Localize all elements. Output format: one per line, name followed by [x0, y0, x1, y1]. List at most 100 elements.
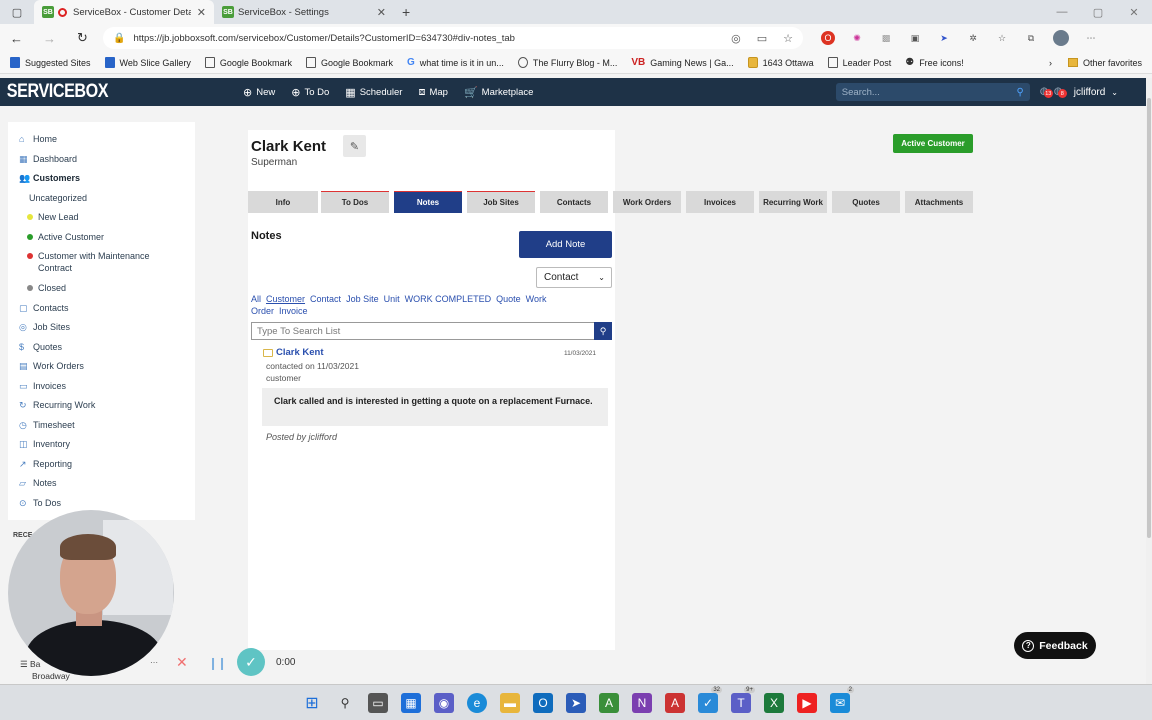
- maximize-icon[interactable]: ▢: [1080, 0, 1116, 24]
- minimize-icon[interactable]: —: [1044, 0, 1080, 24]
- tab-attachments[interactable]: Attachments: [905, 191, 973, 213]
- puzzle-icon[interactable]: ✲: [966, 31, 980, 45]
- search-list-input[interactable]: Type To Search List ⚲: [251, 322, 612, 340]
- more-icon[interactable]: ⋯: [1084, 31, 1098, 45]
- excel-icon[interactable]: X: [764, 692, 784, 713]
- sidebar-item[interactable]: ▭ Invoices: [8, 380, 195, 400]
- notifications[interactable]: ◍ 13 ◍ 8: [1040, 83, 1068, 101]
- sidebar-item[interactable]: ▢ Contacts: [8, 302, 195, 322]
- finish-recording-icon[interactable]: ✓: [237, 648, 265, 676]
- other-favorites[interactable]: › Other favorites: [1049, 58, 1142, 68]
- add-note-button[interactable]: Add Note: [519, 231, 612, 258]
- bookmark[interactable]: Gwhat time is it in un...: [407, 57, 504, 68]
- url-field[interactable]: 🔒 https://jb.jobboxsoft.com/servicebox/C…: [103, 27, 803, 49]
- bookmark[interactable]: ⚉ Free icons!: [905, 57, 964, 68]
- sidebar-item[interactable]: Closed: [8, 282, 195, 302]
- bookmark[interactable]: Google Bookmark: [204, 57, 292, 68]
- note-type-select[interactable]: Contact ⌄: [536, 267, 612, 288]
- user-menu[interactable]: jclifford ⌄: [1074, 87, 1118, 98]
- bookmark[interactable]: VB Gaming News | Ga...: [631, 57, 733, 68]
- new-tab-button[interactable]: +: [394, 0, 424, 24]
- sidebar-item[interactable]: ↻ Recurring Work: [8, 399, 195, 419]
- nav-marketplace[interactable]: 🛒 Marketplace: [464, 86, 533, 99]
- task-view-icon[interactable]: ▭: [368, 692, 388, 713]
- tab-info[interactable]: Info: [248, 191, 318, 213]
- sidebar-item[interactable]: New Lead: [8, 211, 195, 231]
- pause-icon[interactable]: ❙❙: [208, 651, 228, 674]
- search-icon[interactable]: ⚲: [335, 693, 355, 713]
- teams-icon[interactable]: T 9+: [731, 686, 755, 713]
- filter-work-completed[interactable]: WORK COMPLETED: [405, 294, 492, 304]
- sidebar-item[interactable]: 👥 Customers: [8, 172, 195, 192]
- favorite-star-icon[interactable]: ☆: [783, 32, 793, 45]
- screenshot-icon[interactable]: ▣: [908, 31, 922, 45]
- sidebar-item[interactable]: ↗ Reporting: [8, 458, 195, 478]
- favorites-icon[interactable]: ☆: [995, 31, 1009, 45]
- sidebar-item[interactable]: Uncategorized: [8, 192, 195, 212]
- collections-icon[interactable]: ⧉: [1024, 31, 1038, 45]
- acrobat-icon[interactable]: A: [665, 692, 685, 713]
- page-scrollbar[interactable]: [1146, 78, 1152, 684]
- camera-icon[interactable]: ▭: [757, 32, 767, 45]
- sidebar-item[interactable]: Customer with Maintenance Contract: [8, 250, 195, 282]
- edit-customer-button[interactable]: ✎: [343, 135, 366, 157]
- tab-contacts[interactable]: Contacts: [540, 191, 608, 213]
- opera-icon[interactable]: O: [821, 31, 835, 45]
- browser-tab-customer-details[interactable]: SB ServiceBox - Customer Details ✕: [34, 0, 214, 24]
- active-customer-button[interactable]: Active Customer: [893, 134, 973, 153]
- scrollbar-thumb[interactable]: [1147, 98, 1151, 538]
- youtube-icon[interactable]: ▶: [797, 692, 817, 713]
- sidebar-item[interactable]: Active Customer: [8, 231, 195, 251]
- close-window-icon[interactable]: ✕: [1116, 0, 1152, 24]
- mail-icon[interactable]: ✉ 2: [830, 686, 854, 713]
- filter-all[interactable]: All: [251, 294, 261, 304]
- tab-quotes[interactable]: Quotes: [832, 191, 900, 213]
- bookmark[interactable]: 1643 Ottawa: [747, 57, 814, 68]
- filter-job-site[interactable]: Job Site: [346, 294, 379, 304]
- bookmark[interactable]: Leader Post: [827, 57, 891, 68]
- tab-to-dos[interactable]: To Dos: [321, 191, 389, 213]
- back-icon[interactable]: ←: [0, 31, 33, 46]
- widgets-icon[interactable]: ▦: [401, 692, 421, 713]
- profile-avatar[interactable]: [1053, 30, 1069, 46]
- close-tab-icon[interactable]: ✕: [197, 6, 206, 19]
- filter-quote[interactable]: Quote: [496, 294, 521, 304]
- tab-recurring-work[interactable]: Recurring Work: [759, 191, 827, 213]
- filter-customer[interactable]: Customer: [266, 294, 305, 304]
- sidebar-item[interactable]: ⌂ Home: [8, 133, 195, 153]
- remote-desktop-icon[interactable]: ➤: [566, 692, 586, 713]
- filter-contact[interactable]: Contact: [310, 294, 341, 304]
- bookmark[interactable]: Google Bookmark: [305, 57, 393, 68]
- bookmark[interactable]: Web Slice Gallery: [104, 57, 191, 68]
- app-search-input[interactable]: Search... ⚲: [835, 83, 1030, 101]
- nav-map[interactable]: ⧈ Map: [418, 86, 447, 99]
- onenote-icon[interactable]: N: [632, 692, 652, 713]
- tab-notes[interactable]: Notes: [394, 191, 462, 213]
- nav-todo[interactable]: ⊕ To Do: [291, 86, 329, 99]
- extension-icon[interactable]: ▩: [879, 31, 893, 45]
- servicebox-logo[interactable]: SERVICEBOX: [0, 81, 207, 103]
- teams-chat-icon[interactable]: ◉: [434, 692, 454, 713]
- nav-scheduler[interactable]: ▦ Scheduler: [345, 86, 402, 99]
- maps-app-icon[interactable]: A: [599, 692, 619, 713]
- filter-invoice[interactable]: Invoice: [279, 306, 308, 316]
- color-picker-icon[interactable]: ✺: [850, 31, 864, 45]
- todo-app-icon[interactable]: ✓ 32: [698, 686, 722, 713]
- arrow-extension-icon[interactable]: ➤: [937, 31, 951, 45]
- filter-unit[interactable]: Unit: [384, 294, 400, 304]
- close-recording-icon[interactable]: ✕: [176, 651, 194, 674]
- location-icon[interactable]: ◎: [731, 32, 741, 45]
- tab-actions-icon[interactable]: ▢: [0, 0, 34, 24]
- browser-tab-settings[interactable]: SB ServiceBox - Settings ✕: [214, 0, 394, 24]
- nav-new[interactable]: ⊕ New: [243, 86, 275, 99]
- tab-job-sites[interactable]: Job Sites: [467, 191, 535, 213]
- sidebar-item[interactable]: ▦ Dashboard: [8, 153, 195, 173]
- more-options-icon[interactable]: ⋯: [150, 651, 158, 674]
- tab-invoices[interactable]: Invoices: [686, 191, 754, 213]
- bookmark[interactable]: The Flurry Blog - M...: [517, 57, 617, 68]
- sidebar-item[interactable]: ▤ Work Orders: [8, 360, 195, 380]
- close-tab-icon[interactable]: ✕: [377, 6, 386, 19]
- sidebar-item[interactable]: ◷ Timesheet: [8, 419, 195, 439]
- forward-icon[interactable]: →: [33, 31, 66, 46]
- sidebar-item[interactable]: ▱ Notes: [8, 477, 195, 497]
